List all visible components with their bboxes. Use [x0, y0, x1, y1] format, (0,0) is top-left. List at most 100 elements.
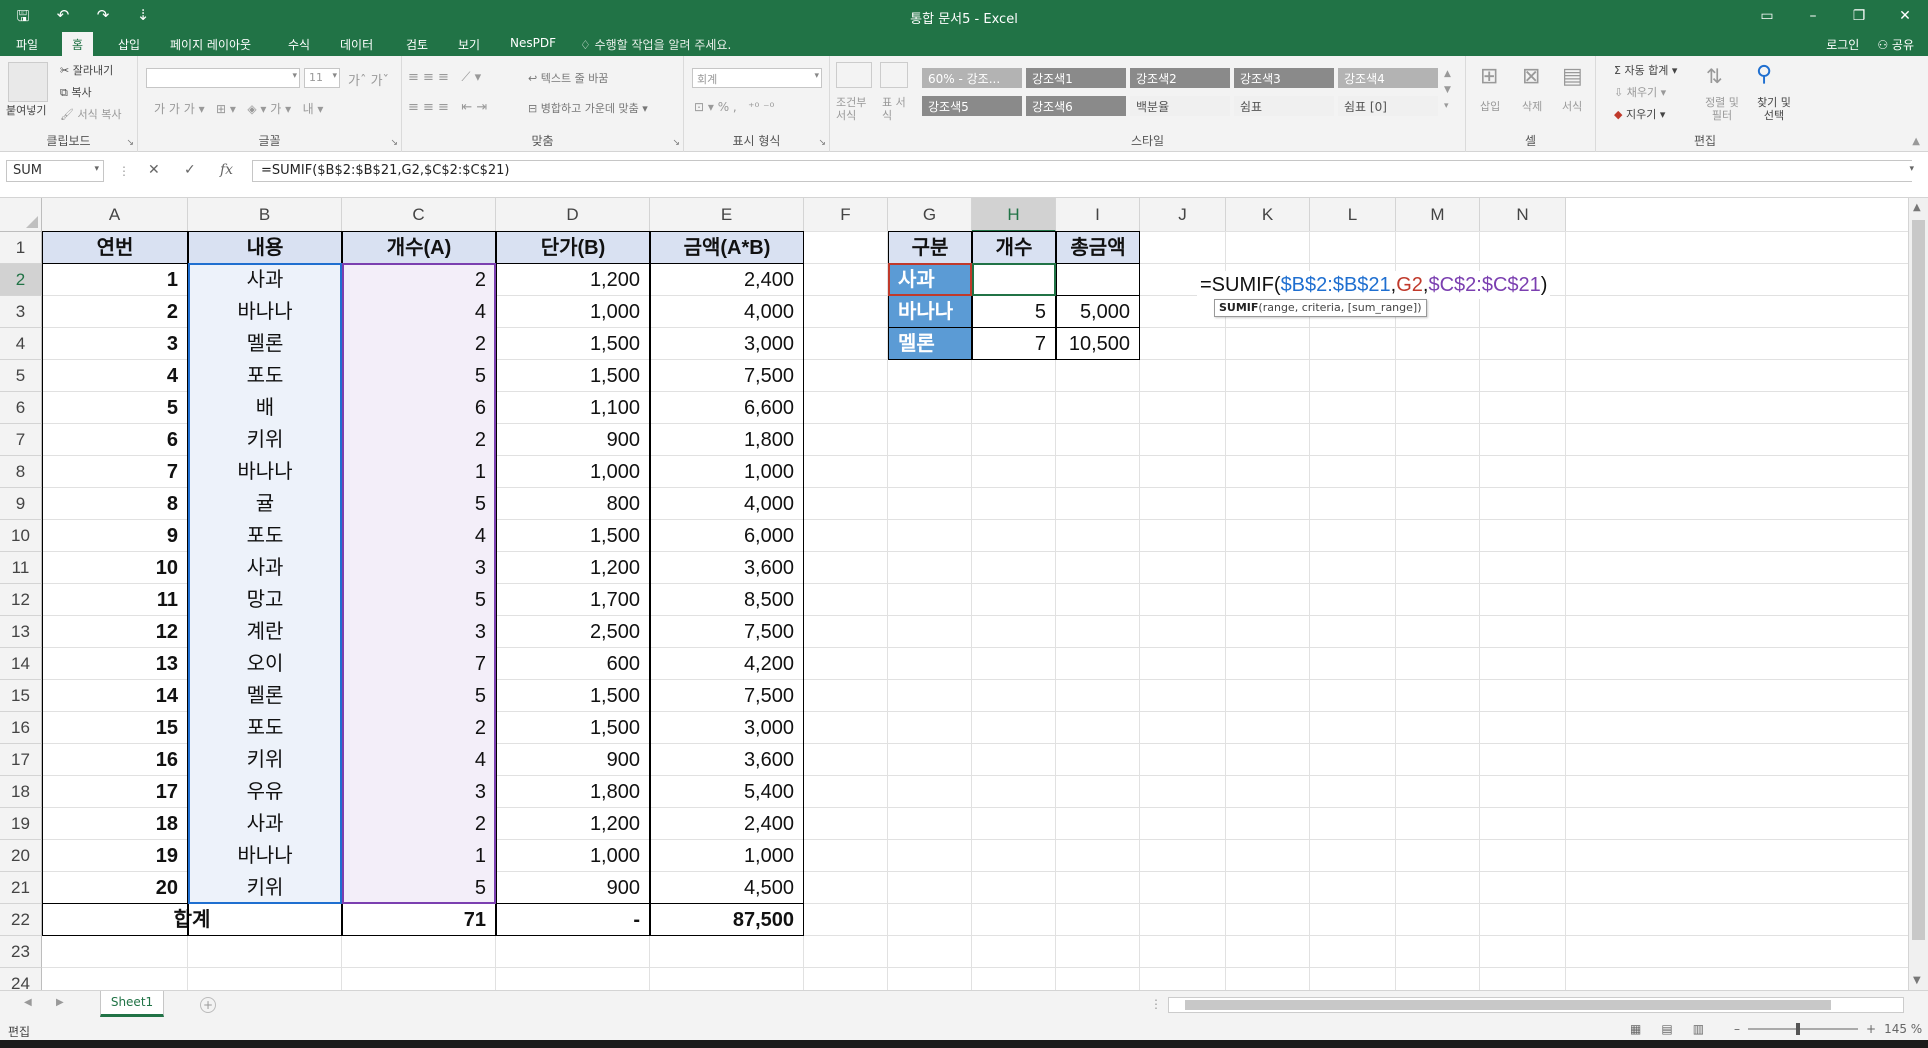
- row-header-16[interactable]: 16: [0, 712, 42, 744]
- grow-shrink-font-icon[interactable]: 가ˆ 가ˇ: [348, 70, 389, 89]
- enter-icon[interactable]: ✓: [184, 162, 196, 178]
- tab-review[interactable]: 검토: [406, 36, 428, 53]
- collapse-ribbon-icon[interactable]: ▲: [1912, 136, 1920, 147]
- row-header-3[interactable]: 3: [0, 296, 42, 328]
- number-format-icons[interactable]: ⊡ ▾ % , ⁺⁰ ⁻⁰: [694, 100, 774, 114]
- scroll-thumb[interactable]: [1912, 220, 1925, 940]
- row-header-12[interactable]: 12: [0, 584, 42, 616]
- delete-cells-icon[interactable]: ⊠: [1522, 64, 1540, 89]
- select-all-button[interactable]: [0, 198, 42, 232]
- autosum-button[interactable]: Σ 자동 합계 ▾: [1614, 62, 1677, 78]
- column-header-e[interactable]: E: [650, 198, 804, 232]
- row-header-5[interactable]: 5: [0, 360, 42, 392]
- tab-insert[interactable]: 삽입: [118, 36, 140, 53]
- format-cells-button[interactable]: 서식: [1562, 98, 1582, 114]
- column-header-d[interactable]: D: [496, 198, 650, 232]
- cancel-icon[interactable]: ✕: [148, 162, 160, 178]
- table-format-icon[interactable]: [880, 62, 908, 88]
- page-layout-view-icon[interactable]: ▤: [1661, 1022, 1672, 1036]
- splitter-icon[interactable]: ⋮: [1150, 997, 1162, 1011]
- zoom-in-icon[interactable]: +: [1866, 1022, 1876, 1036]
- number-format-combo[interactable]: 회계 ▾: [692, 68, 822, 88]
- column-header-g[interactable]: G: [888, 198, 972, 232]
- row-header-23[interactable]: 23: [0, 936, 42, 968]
- minimize-icon[interactable]: –: [1790, 0, 1836, 32]
- tell-me-box[interactable]: ♢ 수행할 작업을 알려 주세요.: [580, 36, 731, 53]
- zoom-out-icon[interactable]: –: [1734, 1022, 1740, 1036]
- cell-style-accent5[interactable]: 강조색5: [922, 96, 1022, 116]
- insert-function-icon[interactable]: fx: [220, 162, 233, 178]
- row-header-2[interactable]: 2: [0, 264, 42, 296]
- format-painter-button[interactable]: 🖌 서식 복사: [60, 106, 121, 122]
- tab-view[interactable]: 보기: [458, 36, 480, 53]
- horizontal-scrollbar[interactable]: [1168, 997, 1904, 1013]
- cell-style-accent4[interactable]: 강조색4: [1338, 68, 1438, 88]
- alignment-launcher-icon[interactable]: ↘: [672, 138, 680, 148]
- column-header-m[interactable]: M: [1396, 198, 1480, 232]
- font-size-combo[interactable]: 11 ▾: [304, 68, 340, 88]
- format-cells-icon[interactable]: ▤: [1562, 64, 1583, 89]
- worksheet-grid[interactable]: ABCDEFGHIJKLMN 1 2 3 4 5 6 7 8 9 10 11 12 13 14 15 16 17…: [0, 198, 1928, 990]
- prev-sheet-icon[interactable]: ◀: [24, 997, 32, 1008]
- font-launcher-icon[interactable]: ↘: [390, 138, 398, 148]
- sort-filter-icon[interactable]: ⇅: [1706, 64, 1723, 88]
- login-link[interactable]: 로그인: [1826, 36, 1859, 53]
- cell-style-accent1[interactable]: 강조색1: [1026, 68, 1126, 88]
- column-header-a[interactable]: A: [42, 198, 188, 232]
- restore-icon[interactable]: ❐: [1836, 0, 1882, 32]
- expand-formula-icon[interactable]: ▾: [1909, 164, 1914, 174]
- number-launcher-icon[interactable]: ↘: [818, 138, 826, 148]
- name-box[interactable]: SUM ▾: [6, 160, 104, 182]
- page-break-view-icon[interactable]: ▥: [1693, 1022, 1704, 1036]
- cell-style-60-accent[interactable]: 60% - 강조...: [922, 68, 1022, 88]
- row-header-24[interactable]: 24: [0, 968, 42, 990]
- row-header-6[interactable]: 6: [0, 392, 42, 424]
- scroll-up-icon[interactable]: ▲: [1913, 202, 1921, 213]
- column-header-l[interactable]: L: [1310, 198, 1396, 232]
- row-header-21[interactable]: 21: [0, 872, 42, 904]
- tab-data[interactable]: 데이터: [340, 36, 373, 53]
- row-header-15[interactable]: 15: [0, 680, 42, 712]
- column-header-h[interactable]: H: [972, 198, 1056, 232]
- add-sheet-icon[interactable]: +: [200, 997, 216, 1013]
- horizontal-align-icon[interactable]: ≡ ≡ ≡ ⇤ ⇥: [408, 100, 487, 115]
- column-header-k[interactable]: K: [1226, 198, 1310, 232]
- row-header-8[interactable]: 8: [0, 456, 42, 488]
- insert-cells-button[interactable]: 삽입: [1480, 98, 1500, 114]
- cell-style-accent6[interactable]: 강조색6: [1026, 96, 1126, 116]
- tab-nespdf[interactable]: NesPDF: [510, 36, 556, 50]
- copy-button[interactable]: ⧉ 복사: [60, 84, 92, 100]
- wrap-text-button[interactable]: ↩ 텍스트 줄 바꿈: [528, 70, 608, 86]
- tab-page-layout[interactable]: 페이지 레이아웃: [170, 36, 251, 53]
- normal-view-icon[interactable]: ▦: [1630, 1022, 1641, 1036]
- row-header-10[interactable]: 10: [0, 520, 42, 552]
- row-header-1[interactable]: 1: [0, 232, 42, 264]
- find-icon[interactable]: ⚲: [1756, 62, 1772, 87]
- paste-button[interactable]: 붙여넣기: [6, 102, 46, 118]
- cell-style-accent3[interactable]: 강조색3: [1234, 68, 1334, 88]
- cell-style-percent[interactable]: 백분율: [1130, 96, 1230, 116]
- find-select-button[interactable]: 찾기 및 선택: [1754, 96, 1794, 122]
- column-header-f[interactable]: F: [804, 198, 888, 232]
- share-button[interactable]: ⚇ 공유: [1877, 36, 1914, 53]
- row-header-19[interactable]: 19: [0, 808, 42, 840]
- cell-edit-text[interactable]: =SUMIF($B$2:$B$21,G2,$C$2:$C$21): [1197, 271, 1551, 299]
- row-header-9[interactable]: 9: [0, 488, 42, 520]
- fill-button[interactable]: ⇩ 채우기 ▾: [1614, 84, 1666, 100]
- formula-input[interactable]: =SUMIF($B$2:$B$21,G2,$C$2:$C$21): [252, 160, 1912, 182]
- ribbon-display-icon[interactable]: ▭: [1744, 0, 1790, 32]
- bold-italic-underline-icon[interactable]: 가 가 가 ▾ ⊞ ▾ ◈ ▾ 가 ▾ 내 ▾: [154, 100, 323, 117]
- tooltip-function-name[interactable]: SUMIF: [1219, 301, 1258, 314]
- column-header-c[interactable]: C: [342, 198, 496, 232]
- row-header-11[interactable]: 11: [0, 552, 42, 584]
- conditional-format-button[interactable]: 조건부 서식: [836, 96, 876, 122]
- clear-button[interactable]: ◆ 지우기 ▾: [1614, 106, 1665, 122]
- row-header-20[interactable]: 20: [0, 840, 42, 872]
- row-header-4[interactable]: 4: [0, 328, 42, 360]
- scroll-down-icon[interactable]: ▼: [1913, 975, 1921, 986]
- conditional-format-icon[interactable]: [836, 62, 872, 88]
- vertical-align-icon[interactable]: ≡ ≡ ≡ ⟋ ▾: [408, 70, 481, 85]
- cell-style-accent2[interactable]: 강조색2: [1130, 68, 1230, 88]
- row-header-22[interactable]: 22: [0, 904, 42, 936]
- sheet-tab[interactable]: Sheet1: [100, 991, 164, 1017]
